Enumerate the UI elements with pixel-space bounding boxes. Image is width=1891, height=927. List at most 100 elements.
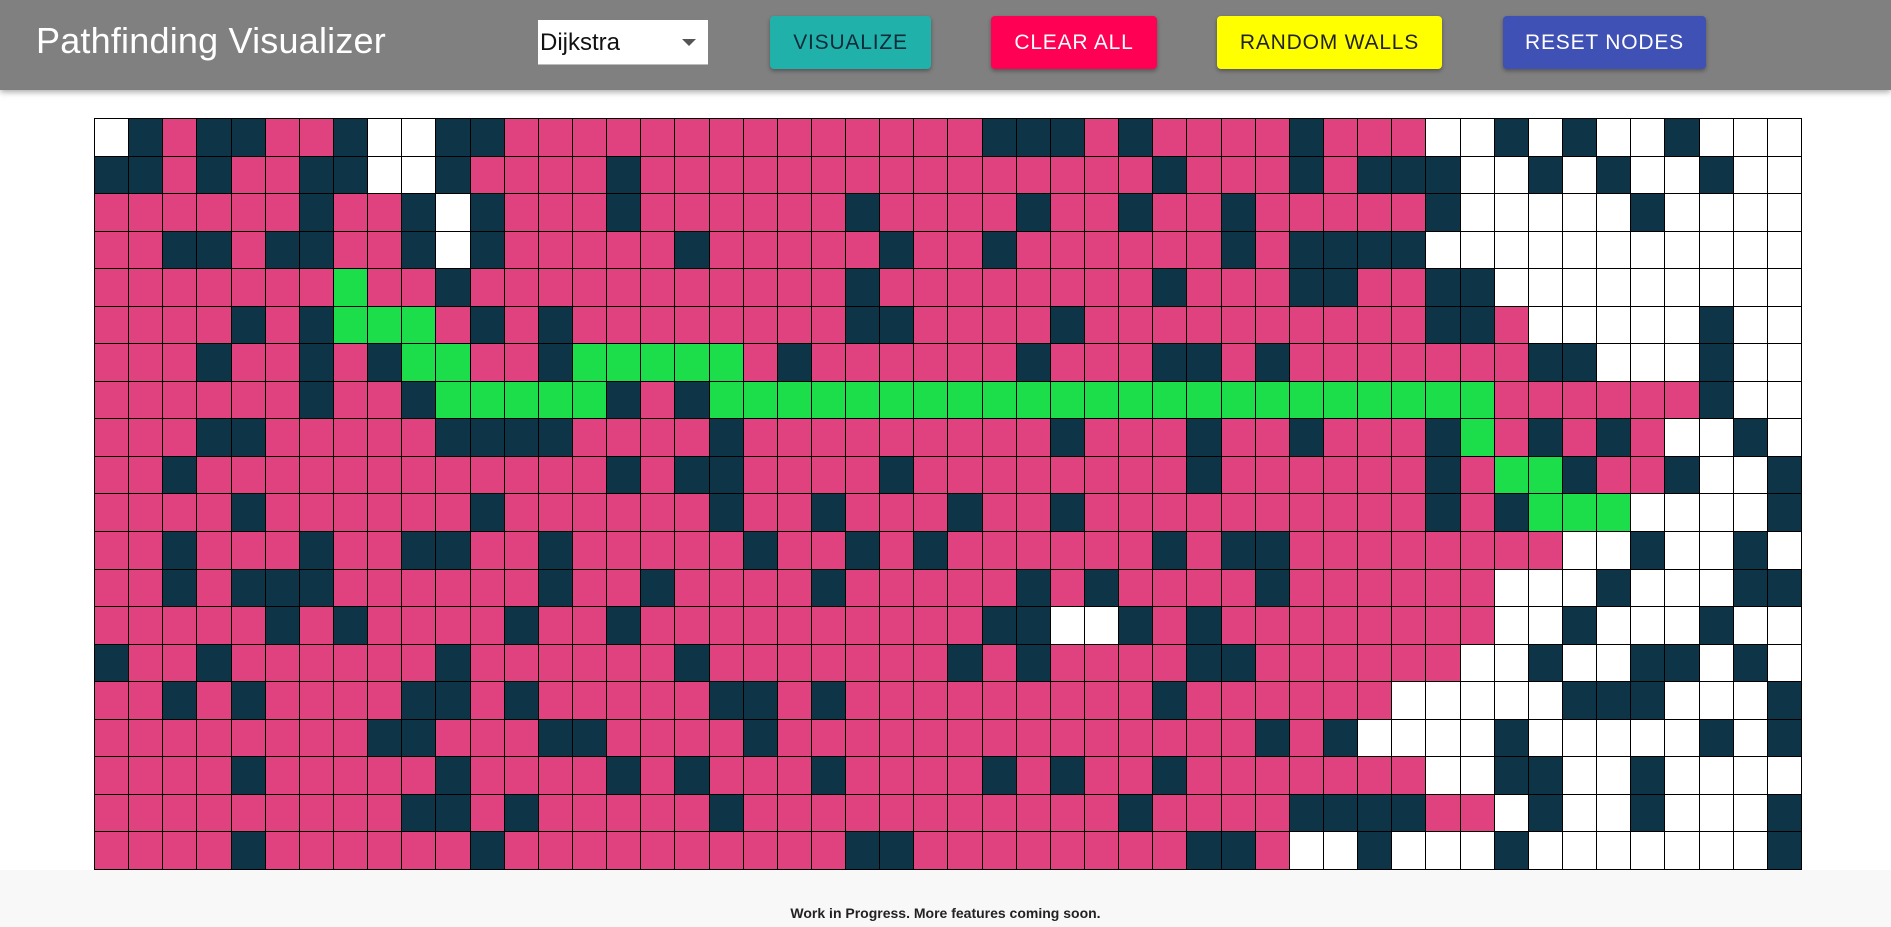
grid-cell-unvisited[interactable] [1631, 832, 1665, 869]
grid-cell-visited[interactable] [607, 494, 641, 532]
grid-cell-visited[interactable] [1255, 269, 1289, 306]
grid-cell-visited[interactable] [948, 419, 982, 456]
grid-cell-visited[interactable] [1494, 419, 1528, 456]
grid-cell-visited[interactable] [641, 719, 675, 757]
grid-cell-visited[interactable] [1187, 119, 1221, 156]
grid-cell-unvisited[interactable] [1528, 269, 1563, 306]
grid-cell-wall[interactable] [846, 269, 880, 306]
grid-cell-wall[interactable] [811, 569, 846, 607]
grid-cell-unvisited[interactable] [1767, 419, 1801, 456]
grid-cell-visited[interactable] [197, 532, 231, 569]
grid-cell-unvisited[interactable] [1460, 719, 1494, 757]
grid-cell-visited[interactable] [1358, 269, 1392, 306]
grid-cell-visited[interactable] [675, 119, 709, 156]
grid-cell-visited[interactable] [777, 419, 811, 456]
grid-cell-visited[interactable] [1016, 269, 1050, 306]
grid-cell-visited[interactable] [1289, 344, 1324, 381]
grid-cell-visited[interactable] [607, 644, 641, 682]
grid-cell-visited[interactable] [1358, 194, 1392, 231]
grid-cell-wall[interactable] [231, 569, 265, 607]
grid-cell-visited[interactable] [1392, 456, 1426, 494]
grid-cell-visited[interactable] [436, 569, 470, 607]
grid-cell-visited[interactable] [197, 794, 231, 832]
grid-cell-visited[interactable] [265, 644, 299, 682]
grid-cell-visited[interactable] [1085, 757, 1119, 794]
grid-cell-wall[interactable] [299, 231, 333, 269]
grid-cell-visited[interactable] [914, 682, 948, 719]
grid-cell-visited[interactable] [504, 532, 538, 569]
grid-cell-visited[interactable] [1119, 569, 1153, 607]
grid-cell-wall[interactable] [1426, 494, 1460, 532]
grid-cell-visited[interactable] [470, 607, 504, 644]
grid-cell-unvisited[interactable] [1733, 269, 1767, 306]
grid-cell-visited[interactable] [948, 306, 982, 344]
grid-cell-visited[interactable] [163, 757, 197, 794]
grid-cell-visited[interactable] [333, 231, 368, 269]
grid-cell-unvisited[interactable] [1426, 719, 1460, 757]
grid-cell-visited[interactable] [743, 456, 777, 494]
grid-cell-visited[interactable] [846, 231, 880, 269]
grid-cell-wall[interactable] [1494, 719, 1528, 757]
grid-cell-visited[interactable] [1358, 682, 1392, 719]
grid-cell-visited[interactable] [95, 607, 129, 644]
grid-cell-visited[interactable] [743, 156, 777, 194]
grid-cell-visited[interactable] [1324, 607, 1358, 644]
grid-cell-visited[interactable] [368, 832, 402, 869]
grid-cell-wall[interactable] [1631, 682, 1665, 719]
grid-cell-wall[interactable] [948, 494, 982, 532]
grid-cell-unvisited[interactable] [1563, 832, 1597, 869]
grid-cell-wall[interactable] [368, 719, 402, 757]
grid-cell-visited[interactable] [743, 419, 777, 456]
grid-cell-visited[interactable] [777, 757, 811, 794]
grid-cell-visited[interactable] [709, 156, 743, 194]
grid-cell-visited[interactable] [1426, 532, 1460, 569]
grid-cell-wall[interactable] [1631, 794, 1665, 832]
grid-cell-visited[interactable] [1153, 194, 1187, 231]
grid-cell-visited[interactable] [846, 682, 880, 719]
grid-cell-visited[interactable] [948, 532, 982, 569]
grid-cell-unvisited[interactable] [1699, 569, 1733, 607]
grid-cell-wall[interactable] [470, 231, 504, 269]
grid-cell-unvisited[interactable] [1528, 607, 1563, 644]
grid-cell-visited[interactable] [333, 644, 368, 682]
grid-cell-wall[interactable] [982, 607, 1016, 644]
grid-cell-visited[interactable] [777, 569, 811, 607]
grid-cell-visited[interactable] [1358, 119, 1392, 156]
grid-cell-visited[interactable] [197, 194, 231, 231]
grid-cell-visited[interactable] [129, 569, 163, 607]
grid-cell-unvisited[interactable] [1597, 532, 1631, 569]
grid-cell-path[interactable] [368, 306, 402, 344]
grid-cell-visited[interactable] [675, 269, 709, 306]
grid-cell-unvisited[interactable] [1426, 682, 1460, 719]
grid-cell-wall[interactable] [846, 832, 880, 869]
grid-cell-visited[interactable] [811, 194, 846, 231]
grid-cell-wall[interactable] [1733, 569, 1767, 607]
grid-cell-visited[interactable] [1460, 569, 1494, 607]
grid-cell-visited[interactable] [607, 532, 641, 569]
grid-cell-unvisited[interactable] [1699, 532, 1733, 569]
grid-cell-visited[interactable] [1358, 607, 1392, 644]
grid-cell-visited[interactable] [1460, 494, 1494, 532]
grid-cell-visited[interactable] [538, 794, 572, 832]
grid-cell-visited[interactable] [743, 607, 777, 644]
grid-cell-visited[interactable] [95, 494, 129, 532]
grid-cell-wall[interactable] [1050, 757, 1085, 794]
grid-cell-unvisited[interactable] [1426, 832, 1460, 869]
grid-cell-visited[interactable] [265, 194, 299, 231]
grid-cell-unvisited[interactable] [1733, 682, 1767, 719]
grid-cell-visited[interactable] [1255, 156, 1289, 194]
grid-cell-unvisited[interactable] [1699, 757, 1733, 794]
grid-cell-path[interactable] [641, 344, 675, 381]
grid-cell-visited[interactable] [1016, 832, 1050, 869]
grid-cell-wall[interactable] [299, 569, 333, 607]
grid-cell-unvisited[interactable] [1460, 757, 1494, 794]
grid-cell-visited[interactable] [436, 306, 470, 344]
grid-cell-wall[interactable] [1494, 494, 1528, 532]
grid-cell-visited[interactable] [1358, 494, 1392, 532]
grid-cell-visited[interactable] [231, 644, 265, 682]
grid-cell-wall[interactable] [402, 381, 436, 419]
grid-cell-visited[interactable] [402, 456, 436, 494]
visualize-button[interactable]: VISUALIZE [770, 16, 931, 69]
grid-cell-visited[interactable] [1187, 532, 1221, 569]
grid-cell-visited[interactable] [1119, 231, 1153, 269]
